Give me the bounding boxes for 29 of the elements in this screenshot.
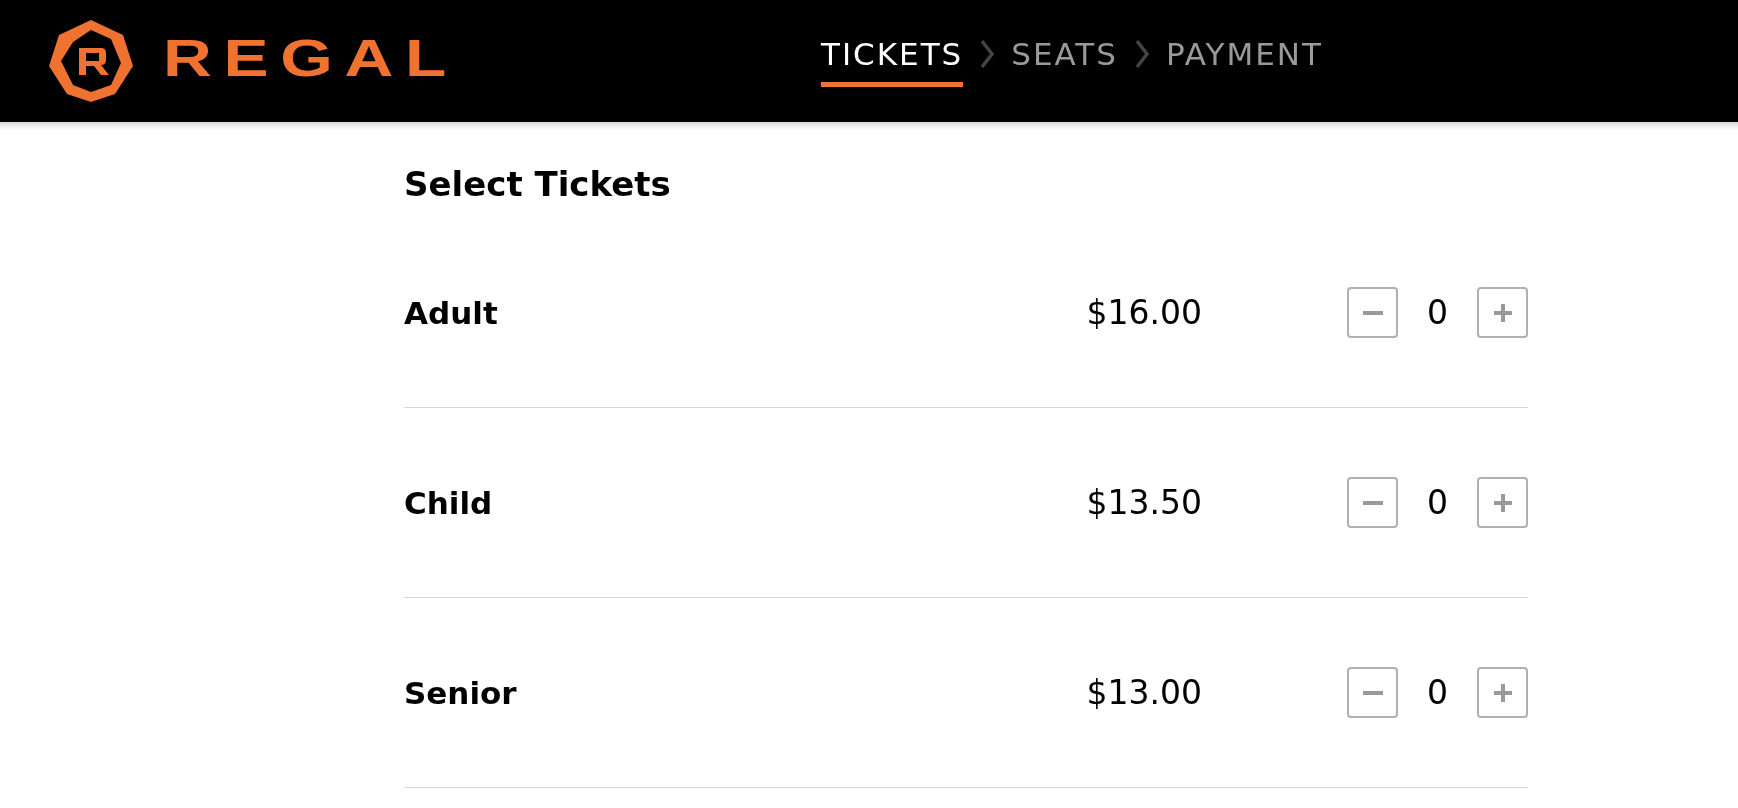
page-title: Select Tickets (404, 163, 672, 206)
ticket-price: $13.50 (1085, 483, 1202, 522)
minus-icon (1362, 310, 1383, 315)
plus-icon (1493, 493, 1512, 512)
ticket-price: $16.00 (1085, 293, 1202, 332)
ticket-count: 0 (1427, 673, 1448, 712)
plus-icon (1493, 303, 1512, 322)
decrease-button[interactable] (1347, 667, 1398, 718)
logo-icon (49, 20, 133, 102)
ticket-type: Senior (404, 674, 518, 711)
step-tab[interactable]: SEATS (1011, 27, 1118, 87)
brand-name[interactable]: REGAL (163, 28, 459, 88)
chevron-icon (1133, 39, 1150, 69)
ticket-price: $13.00 (1085, 673, 1202, 712)
step-tab[interactable]: PAYMENT (1165, 27, 1323, 87)
minus-icon (1362, 500, 1383, 505)
ticket-type: Child (404, 484, 494, 521)
decrease-button[interactable] (1347, 287, 1398, 338)
ticket-count: 0 (1427, 483, 1448, 522)
minus-icon (1362, 690, 1383, 695)
increase-button[interactable] (1477, 477, 1528, 528)
ticket-type: Adult (404, 294, 499, 331)
chevron-icon (979, 39, 996, 69)
increase-button[interactable] (1477, 287, 1528, 338)
step-tab[interactable]: TICKETS (821, 27, 964, 87)
decrease-button[interactable] (1347, 477, 1398, 528)
plus-icon (1493, 683, 1512, 702)
ticket-count: 0 (1427, 293, 1448, 332)
increase-button[interactable] (1477, 667, 1528, 718)
